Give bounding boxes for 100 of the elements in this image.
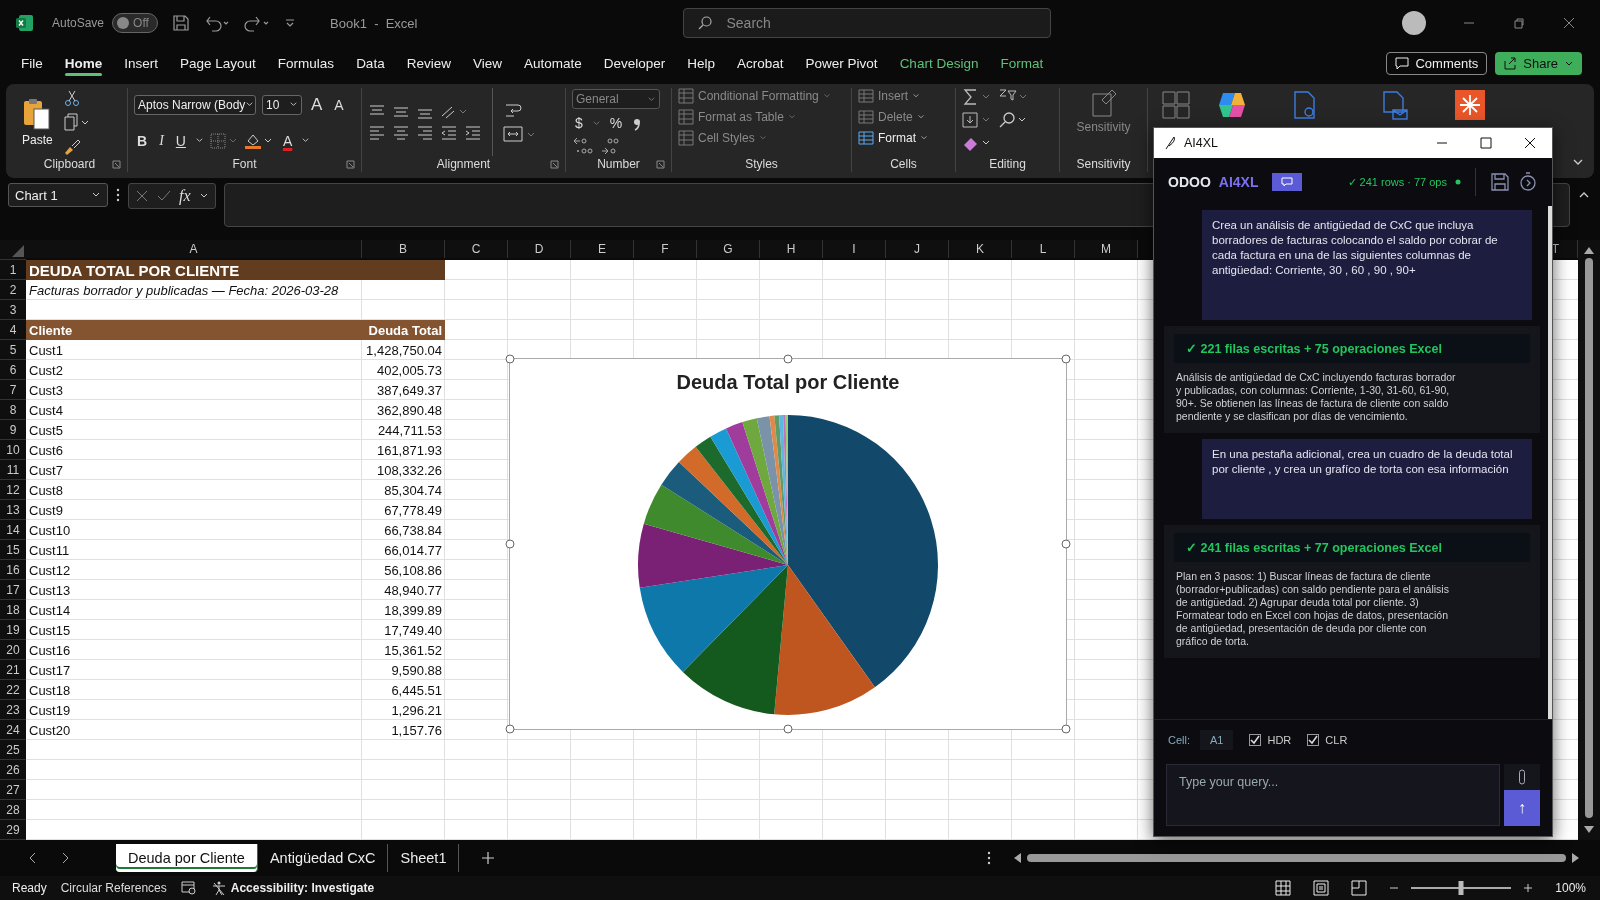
align-middle-icon[interactable] <box>392 104 410 120</box>
caret-icon[interactable] <box>301 136 311 145</box>
pie-slice[interactable] <box>661 462 788 565</box>
query-field[interactable]: Type your query... <box>1166 764 1500 826</box>
row-header[interactable]: 23 <box>0 700 26 720</box>
row-header[interactable]: 9 <box>0 420 26 440</box>
column-header[interactable]: L <box>1012 240 1075 258</box>
dialog-launcher-icon[interactable] <box>112 159 121 169</box>
save-icon[interactable] <box>172 14 191 32</box>
caret-icon[interactable] <box>194 136 204 145</box>
column-header[interactable]: K <box>949 240 1012 258</box>
pie-slice[interactable] <box>682 565 788 715</box>
dialog-launcher-icon[interactable] <box>656 159 665 169</box>
row-header[interactable]: 13 <box>0 500 26 520</box>
row-header[interactable]: 7 <box>0 380 26 400</box>
more-options-icon[interactable] <box>987 851 992 865</box>
row-header[interactable]: 14 <box>0 520 26 540</box>
cut-icon[interactable] <box>62 89 81 107</box>
scroll-down-icon[interactable] <box>1584 826 1594 834</box>
row-header[interactable]: 27 <box>0 780 26 800</box>
column-header[interactable]: D <box>508 240 571 258</box>
currency-button[interactable]: $ <box>572 115 586 131</box>
add-sheet-icon[interactable] <box>481 851 496 865</box>
row-header[interactable]: 15 <box>0 540 26 560</box>
font-family-dropdown[interactable]: Aptos Narrow (Body <box>134 94 256 115</box>
pie-slice[interactable] <box>774 565 875 715</box>
undo-icon[interactable] <box>204 14 231 32</box>
column-header[interactable]: H <box>760 240 823 258</box>
menu-tab[interactable]: Format <box>989 49 1055 77</box>
row-header[interactable]: 16 <box>0 560 26 580</box>
select-all-icon[interactable] <box>12 245 24 257</box>
autosave-toggle[interactable]: Off <box>112 13 159 33</box>
accessibility-button[interactable]: Accessibility: Investigate <box>210 880 375 896</box>
menu-tab[interactable]: Help <box>676 49 727 77</box>
cell-field[interactable]: A1 <box>1200 730 1234 750</box>
cells-button[interactable]: Format <box>858 130 949 146</box>
horizontal-scrollbar[interactable] <box>1013 851 1580 865</box>
column-header[interactable]: C <box>445 240 508 258</box>
menu-tab[interactable]: Formulas <box>266 49 346 77</box>
row-header[interactable]: 29 <box>0 820 26 840</box>
row-header[interactable]: 8 <box>0 400 26 420</box>
row-header[interactable]: 2 <box>0 280 26 300</box>
menu-tab[interactable]: Automate <box>512 49 593 77</box>
scroll-up-icon[interactable] <box>1584 246 1594 254</box>
row-header[interactable]: 10 <box>0 440 26 460</box>
selection-handle[interactable] <box>1061 354 1071 364</box>
selection-handle[interactable] <box>1061 539 1071 549</box>
decrease-indent-icon[interactable] <box>440 124 458 140</box>
menu-tab[interactable]: File <box>10 49 54 77</box>
row-header[interactable]: 1 <box>0 260 26 280</box>
pie-slice[interactable] <box>643 484 788 565</box>
find-icon[interactable] <box>998 111 1028 129</box>
open-app-icon[interactable] <box>1455 90 1485 120</box>
name-box[interactable]: Chart 1 <box>8 183 108 207</box>
pie-slice[interactable] <box>638 523 788 588</box>
underline-button[interactable]: U <box>172 132 189 149</box>
decrease-decimal-icon[interactable] <box>600 137 622 155</box>
dialog-launcher-icon[interactable] <box>550 159 559 169</box>
scrollbar[interactable] <box>1548 206 1552 719</box>
share-button[interactable]: Share <box>1495 51 1582 75</box>
menu-tab[interactable]: Page Layout <box>169 49 267 77</box>
row-header[interactable]: 20 <box>0 640 26 660</box>
increase-decimal-icon[interactable] <box>572 137 594 155</box>
menu-tab[interactable]: Developer <box>592 49 677 77</box>
maximize-icon[interactable] <box>1480 137 1492 149</box>
circular-references-link[interactable]: Circular References <box>60 881 167 895</box>
search-field[interactable]: Search <box>683 8 1052 38</box>
vertical-scrollbar[interactable] <box>1578 240 1600 840</box>
column-header[interactable]: I <box>823 240 886 258</box>
row-header[interactable]: 12 <box>0 480 26 500</box>
pie-slice[interactable] <box>695 436 788 565</box>
sheet-tab[interactable]: Sheet1 <box>388 844 460 872</box>
menu-tab[interactable]: Acrobat <box>726 49 795 77</box>
number-format-dropdown[interactable]: General <box>572 89 660 109</box>
row-header[interactable]: 4 <box>0 320 26 340</box>
row-header[interactable]: 21 <box>0 660 26 680</box>
chat-button[interactable] <box>1272 173 1303 191</box>
pie-slice[interactable] <box>678 446 788 565</box>
pie-slice[interactable] <box>788 415 938 688</box>
font-size-dropdown[interactable]: 10 <box>262 94 302 115</box>
italic-button[interactable]: I <box>156 132 167 149</box>
row-header[interactable]: 24 <box>0 720 26 740</box>
column-header[interactable]: E <box>571 240 634 258</box>
align-center-icon[interactable] <box>392 124 410 140</box>
menu-tab[interactable]: Chart Design <box>888 49 990 77</box>
sensitivity-label[interactable]: Sensitivity <box>1076 120 1131 134</box>
column-header[interactable]: B <box>362 240 445 258</box>
scroll-left-icon[interactable] <box>1013 853 1022 863</box>
increase-indent-icon[interactable] <box>464 124 482 140</box>
increase-font-size-button[interactable]: A <box>308 94 326 115</box>
row-header[interactable]: 22 <box>0 680 26 700</box>
sheet-tab[interactable]: Deuda por Cliente <box>116 844 258 872</box>
selection-handle[interactable] <box>505 539 515 549</box>
previous-sheet-icon[interactable] <box>28 852 38 864</box>
scroll-right-icon[interactable] <box>1572 853 1580 863</box>
row-header[interactable]: 26 <box>0 760 26 780</box>
align-right-icon[interactable] <box>416 124 434 140</box>
percent-button[interactable]: % <box>606 115 626 131</box>
menu-tab[interactable]: Power Pivot <box>794 49 889 77</box>
row-header[interactable]: 3 <box>0 300 26 320</box>
